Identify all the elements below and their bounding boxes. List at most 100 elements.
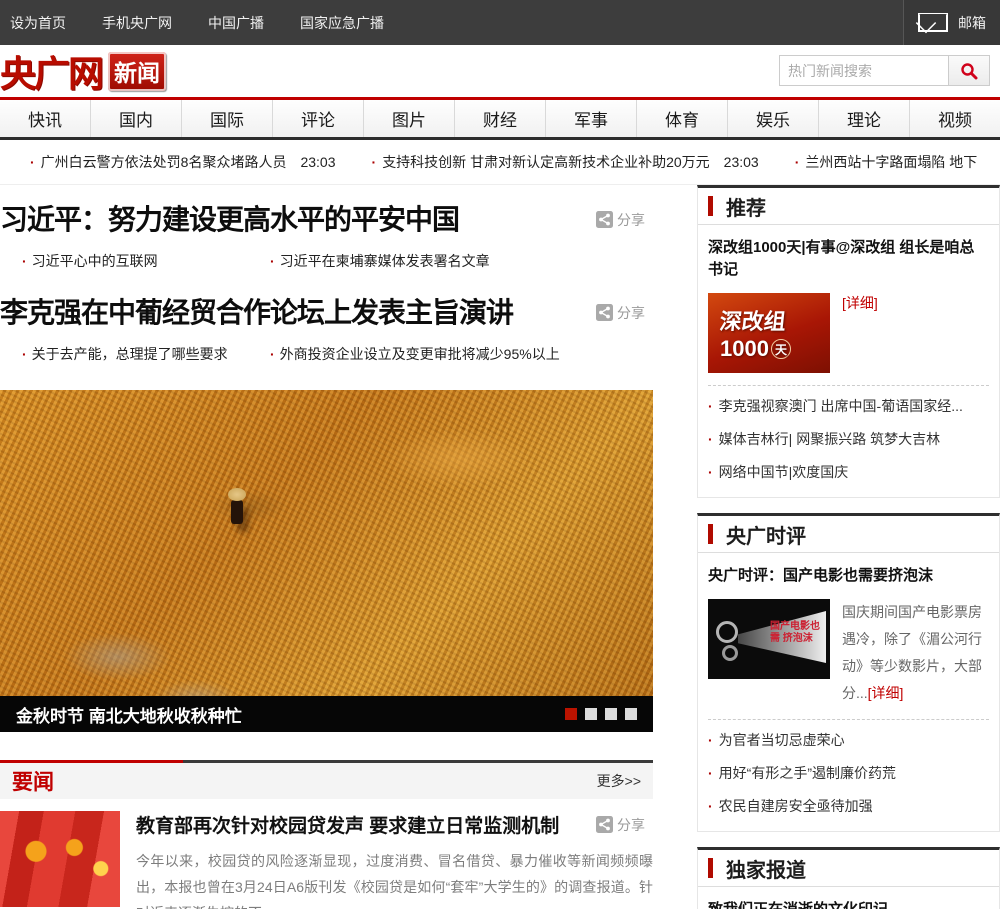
share-label: 分享 (617, 211, 645, 228)
recommend-list-item[interactable]: · 李克强视察澳门 出席中国-葡语国家经... (708, 390, 989, 423)
recommend-list-item[interactable]: · 网络中国节|欢度国庆 (708, 456, 989, 489)
page: 设为首页 手机央广网 中国广播 国家应急广播 邮箱 央广网 新闻 快讯 国内 国… (0, 0, 1000, 909)
recommend-detail-link[interactable]: [详细] (842, 295, 878, 311)
nav-item-caijing[interactable]: 财经 (455, 100, 546, 137)
topbar-link-emergency-radio[interactable]: 国家应急广播 (300, 13, 384, 33)
topbar-link-set-homepage[interactable]: 设为首页 (10, 13, 66, 33)
topbar-link-china-radio[interactable]: 中国广播 (208, 13, 264, 33)
nav-item-guonei[interactable]: 国内 (91, 100, 182, 137)
share-icon (596, 304, 613, 321)
site-header: 央广网 新闻 (0, 45, 1000, 97)
carousel-dot-3[interactable] (605, 708, 617, 720)
bullet-icon: · (708, 798, 713, 814)
section-marker (708, 524, 713, 544)
commentary-list-item[interactable]: · 用好“有形之手”遏制廉价药荒 (708, 757, 989, 790)
commentary-list-item[interactable]: · 为官者当切忌虚荣心 (708, 724, 989, 757)
search-button[interactable] (948, 55, 990, 86)
nav-item-tiyu[interactable]: 体育 (637, 100, 728, 137)
exclusive-header: 独家报道 (698, 850, 999, 887)
nav-item-yule[interactable]: 娱乐 (728, 100, 819, 137)
main-nav: 快讯 国内 国际 评论 图片 财经 军事 体育 娱乐 理论 视频 (0, 100, 1000, 140)
top-story-1-sublink-1[interactable]: · 习近平心中的互联网 (0, 251, 270, 271)
search-bar (779, 55, 990, 86)
section-marker (708, 196, 713, 216)
sidebar: 推荐 深改组1000天|有事@深改组 组长是咱总书记 深改组 1000 天 [详细… (697, 185, 1000, 909)
yaowen-article: 教育部再次针对校园贷发声 要求建立日常监测机制 分享 今年以来，校园贷的风险逐渐… (0, 811, 653, 909)
commentary-excerpt: 国庆期间国产电影票房遇冷，除了《湄公河行动》等少数影片，大部分...[详细] (842, 604, 982, 701)
recommend-list-item[interactable]: · 媒体吉林行| 网聚振兴路 筑梦大吉林 (708, 423, 989, 456)
nav-item-junshi[interactable]: 军事 (546, 100, 637, 137)
bullet-icon: · (22, 253, 27, 269)
commentary-section: 央广时评 央广时评：国产电影也需要挤泡沫 国产电影也需 挤泡沫 国庆期间国产电影… (697, 513, 1000, 832)
ticker-item[interactable]: · 支持科技创新 甘肃对新认定高新技术企业补助20万元 23:03 (372, 152, 759, 172)
top-story-2-sublink-2[interactable]: · 外商投资企业设立及变更审批将减少95%以上 (270, 344, 560, 364)
share-label: 分享 (617, 816, 645, 833)
ticker-text: 兰州西站十字路面塌陷 地下 (805, 154, 978, 170)
top-story-1-sublink-2[interactable]: · 习近平在柬埔寨媒体发表署名文章 (270, 251, 490, 271)
nav-item-guoji[interactable]: 国际 (182, 100, 273, 137)
carousel-dot-2[interactable] (585, 708, 597, 720)
share-button[interactable]: 分享 (596, 815, 645, 835)
logo-news-badge: 新闻 (108, 51, 167, 91)
exclusive-header-title: 独家报道 (726, 859, 806, 882)
nav-item-lilun[interactable]: 理论 (819, 100, 910, 137)
ticker-text: 广州白云警方依法处罚8名聚众堵路人员 (40, 154, 287, 170)
topbar: 设为首页 手机央广网 中国广播 国家应急广播 邮箱 (0, 0, 1000, 45)
top-story-2-sublink-1[interactable]: · 关于去产能，总理提了哪些要求 (0, 344, 270, 364)
article-title[interactable]: 教育部再次针对校园贷发声 要求建立日常监测机制 (136, 811, 559, 838)
content: 习近平：努力建设更高水平的平安中国 分享 · 习近平心中的互联网 · 习近平在柬埔寨… (0, 185, 1000, 909)
exclusive-feature-title[interactable]: 致我们正在消逝的文化印记 (708, 899, 989, 909)
top-story-2: 李克强在中葡经贸合作论坛上发表主旨演讲 分享 · 关于去产能，总理提了哪些要求 ·… (0, 295, 653, 364)
section-marker (708, 858, 713, 878)
article-excerpt: 今年以来，校园贷的风险逐渐显现，过度消费、冒名借贷、暴力催收等新闻频频曝出，本报… (136, 853, 653, 909)
bullet-icon: · (708, 398, 713, 414)
commentary-feature-title[interactable]: 央广时评：国产电影也需要挤泡沫 (708, 565, 989, 587)
topbar-link-mobile-site[interactable]: 手机央广网 (102, 13, 172, 33)
nav-item-kuaixun[interactable]: 快讯 (0, 100, 91, 137)
bullet-icon: · (708, 765, 713, 781)
recommend-feature-thumbnail[interactable]: 深改组 1000 天 (708, 293, 830, 373)
yaowen-title: 要闻 (12, 771, 54, 794)
article-thumbnail[interactable] (0, 811, 120, 907)
recommend-header-title: 推荐 (726, 197, 766, 220)
carousel-dot-1[interactable] (565, 708, 577, 720)
commentary-detail-link[interactable]: [详细] (868, 685, 904, 701)
news-ticker: · 广州白云警方依法处罚8名聚众堵路人员 23:03 · 支持科技创新 甘肃对新… (0, 140, 1000, 185)
search-input[interactable] (779, 55, 948, 86)
bullet-icon: · (30, 154, 35, 170)
mailbox-label: 邮箱 (958, 14, 986, 31)
share-icon (596, 816, 613, 833)
commentary-header-title: 央广时评 (726, 525, 806, 548)
commentary-feature-thumbnail[interactable]: 国产电影也需 挤泡沫 (708, 599, 830, 679)
yaowen-more-link[interactable]: 更多>> (597, 771, 641, 791)
nav-item-pinglun[interactable]: 评论 (273, 100, 364, 137)
photo-carousel[interactable]: 金秋时节 南北大地秋收秋种忙 (0, 390, 653, 732)
thumb-text: 深改组 (718, 309, 788, 334)
top-story-2-headline[interactable]: 李克强在中葡经贸合作论坛上发表主旨演讲 (0, 295, 514, 330)
top-story-1-headline[interactable]: 习近平：努力建设更高水平的平安中国 (0, 202, 460, 237)
recommend-feature-title[interactable]: 深改组1000天|有事@深改组 组长是咱总书记 (708, 237, 989, 281)
share-button[interactable]: 分享 (596, 303, 645, 323)
bullet-icon: · (371, 154, 377, 170)
commentary-list-item[interactable]: · 农民自建房安全亟待加强 (708, 790, 989, 823)
bullet-icon: · (270, 253, 275, 269)
thumb-text: 国产电影也需 挤泡沫 (770, 621, 820, 644)
site-logo[interactable]: 央广网 新闻 (0, 45, 167, 97)
nav-item-tupian[interactable]: 图片 (364, 100, 455, 137)
nav-item-shipin[interactable]: 视频 (910, 100, 1000, 137)
recommend-header: 推荐 (698, 188, 999, 225)
carousel-dot-4[interactable] (625, 708, 637, 720)
yaowen-section-header: 要闻 更多>> (0, 760, 653, 799)
carousel-dots (565, 708, 637, 720)
dashed-divider (708, 719, 989, 720)
share-button[interactable]: 分享 (596, 210, 645, 230)
ticker-item[interactable]: · 兰州西站十字路面塌陷 地下 (795, 152, 978, 172)
carousel-caption[interactable]: 金秋时节 南北大地秋收秋种忙 (16, 702, 242, 727)
logo-cnr-text: 央广网 (0, 53, 104, 94)
mailbox-button[interactable]: 邮箱 (903, 0, 1000, 45)
ticker-item[interactable]: · 广州白云警方依法处罚8名聚众堵路人员 23:03 (30, 152, 336, 172)
thumb-text: 1000 (720, 336, 769, 361)
ticker-text: 支持科技创新 甘肃对新认定高新技术企业补助20万元 (382, 154, 710, 170)
recommend-section: 推荐 深改组1000天|有事@深改组 组长是咱总书记 深改组 1000 天 [详细… (697, 185, 1000, 498)
bullet-icon: · (22, 346, 27, 362)
